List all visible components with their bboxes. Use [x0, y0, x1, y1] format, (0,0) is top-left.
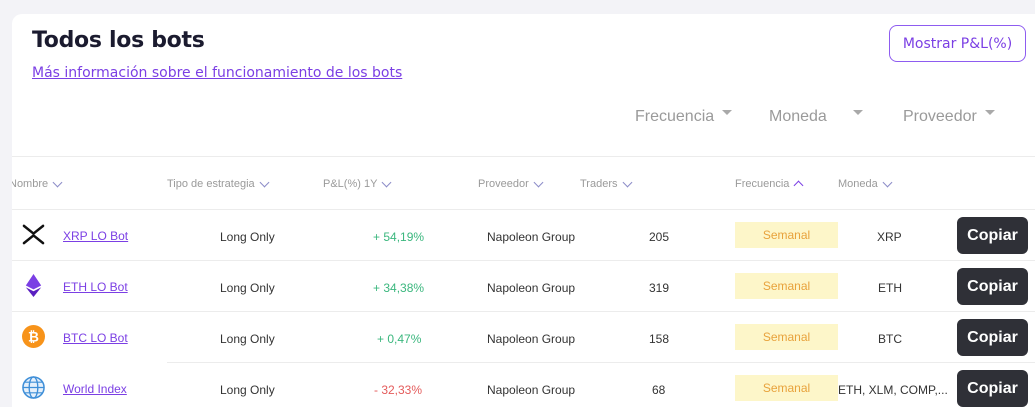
column-pl[interactable]: P&L(%) 1Y: [323, 177, 392, 190]
column-tipo[interactable]: Tipo de estrategia: [167, 177, 270, 190]
chevron-down-icon: [622, 177, 632, 187]
strategy-cell: Long Only: [220, 383, 275, 397]
frequency-badge: Semanal: [735, 273, 838, 299]
column-proveedor[interactable]: Proveedor: [478, 177, 544, 190]
page-title: Todos los bots: [32, 28, 205, 53]
chevron-down-icon: [533, 177, 544, 187]
xrp-icon: [22, 224, 45, 245]
filter-moneda-label: Moneda: [769, 108, 827, 125]
filter-proveedor-label: Proveedor: [903, 108, 977, 125]
bots-card: Todos los bots Más información sobre el …: [12, 14, 1035, 407]
filter-frecuencia-label: Frecuencia: [635, 108, 715, 125]
traders-cell: 158: [649, 332, 670, 346]
traders-cell: 205: [649, 230, 670, 244]
chevron-down-icon: [381, 177, 392, 187]
caret-down-icon: [984, 110, 995, 115]
pl-cell: + 34,38%: [373, 281, 425, 295]
column-tipo-label: Tipo de estrategia: [167, 178, 255, 190]
traders-cell: 68: [652, 383, 666, 397]
chevron-up-icon: [793, 180, 804, 191]
bot-name-link[interactable]: XRP LO Bot: [63, 229, 128, 243]
chevron-down-icon: [259, 177, 270, 187]
bot-name-link[interactable]: ETH LO Bot: [63, 280, 128, 294]
eth-icon: [25, 274, 42, 297]
provider-cell: Napoleon Group: [487, 230, 576, 244]
show-pl-button[interactable]: Mostrar P&L(%): [889, 25, 1026, 62]
divider: [12, 156, 1035, 157]
frequency-badge: Semanal: [735, 324, 838, 350]
bot-name-link[interactable]: World Index: [63, 382, 127, 396]
column-proveedor-label: Proveedor: [478, 178, 529, 190]
currency-cell: XRP: [877, 230, 902, 244]
table-row: ₿ BTC LO Bot Long Only + 0,47% Napoleon …: [12, 312, 1035, 363]
column-moneda-label: Moneda: [838, 178, 878, 190]
frequency-badge: Semanal: [735, 375, 838, 401]
copy-button[interactable]: Copiar: [957, 370, 1028, 407]
currency-cell: ETH, XLM, COMP,...: [838, 383, 948, 397]
copy-button[interactable]: Copiar: [957, 268, 1028, 305]
provider-cell: Napoleon Group: [487, 383, 576, 397]
filter-frecuencia[interactable]: Frecuencia: [635, 108, 733, 126]
column-frecuencia-label: Frecuencia: [735, 178, 790, 190]
caret-down-icon: [852, 110, 863, 115]
globe-icon: [22, 376, 45, 399]
filter-moneda[interactable]: Moneda: [769, 108, 863, 126]
copy-button[interactable]: Copiar: [957, 217, 1028, 254]
bots-info-link[interactable]: Más información sobre el funcionamiento …: [32, 65, 402, 81]
provider-cell: Napoleon Group: [487, 281, 576, 295]
column-moneda[interactable]: Moneda: [838, 177, 893, 190]
strategy-cell: Long Only: [220, 281, 275, 295]
chevron-down-icon: [882, 177, 893, 187]
strategy-cell: Long Only: [220, 332, 275, 346]
currency-cell: ETH: [878, 281, 902, 295]
pl-cell: - 32,33%: [374, 383, 423, 397]
filter-proveedor[interactable]: Proveedor: [903, 108, 995, 126]
pl-cell: + 0,47%: [377, 332, 422, 346]
column-traders-label: Traders: [580, 178, 618, 190]
column-nombre[interactable]: Nombre: [12, 177, 63, 190]
copy-button[interactable]: Copiar: [957, 319, 1028, 356]
currency-cell: BTC: [878, 332, 902, 346]
provider-cell: Napoleon Group: [487, 332, 576, 346]
column-traders[interactable]: Traders: [580, 177, 632, 190]
column-frecuencia[interactable]: Frecuencia: [735, 178, 804, 191]
table-row: XRP LO Bot Long Only + 54,19% Napoleon G…: [12, 210, 1035, 261]
pl-cell: + 54,19%: [373, 230, 425, 244]
chevron-down-icon: [52, 177, 63, 187]
table-row: World Index Long Only - 32,33% Napoleon …: [12, 363, 1035, 407]
frequency-badge: Semanal: [735, 222, 838, 248]
column-nombre-label: Nombre: [12, 178, 49, 190]
bot-name-link[interactable]: BTC LO Bot: [63, 331, 128, 345]
table-row: ETH LO Bot Long Only + 34,38% Napoleon G…: [12, 261, 1035, 312]
svg-text:₿: ₿: [28, 330, 39, 345]
btc-icon: ₿: [22, 325, 45, 348]
strategy-cell: Long Only: [220, 230, 275, 244]
caret-down-icon: [722, 110, 733, 115]
traders-cell: 319: [649, 281, 670, 295]
column-pl-label: P&L(%) 1Y: [323, 178, 378, 190]
